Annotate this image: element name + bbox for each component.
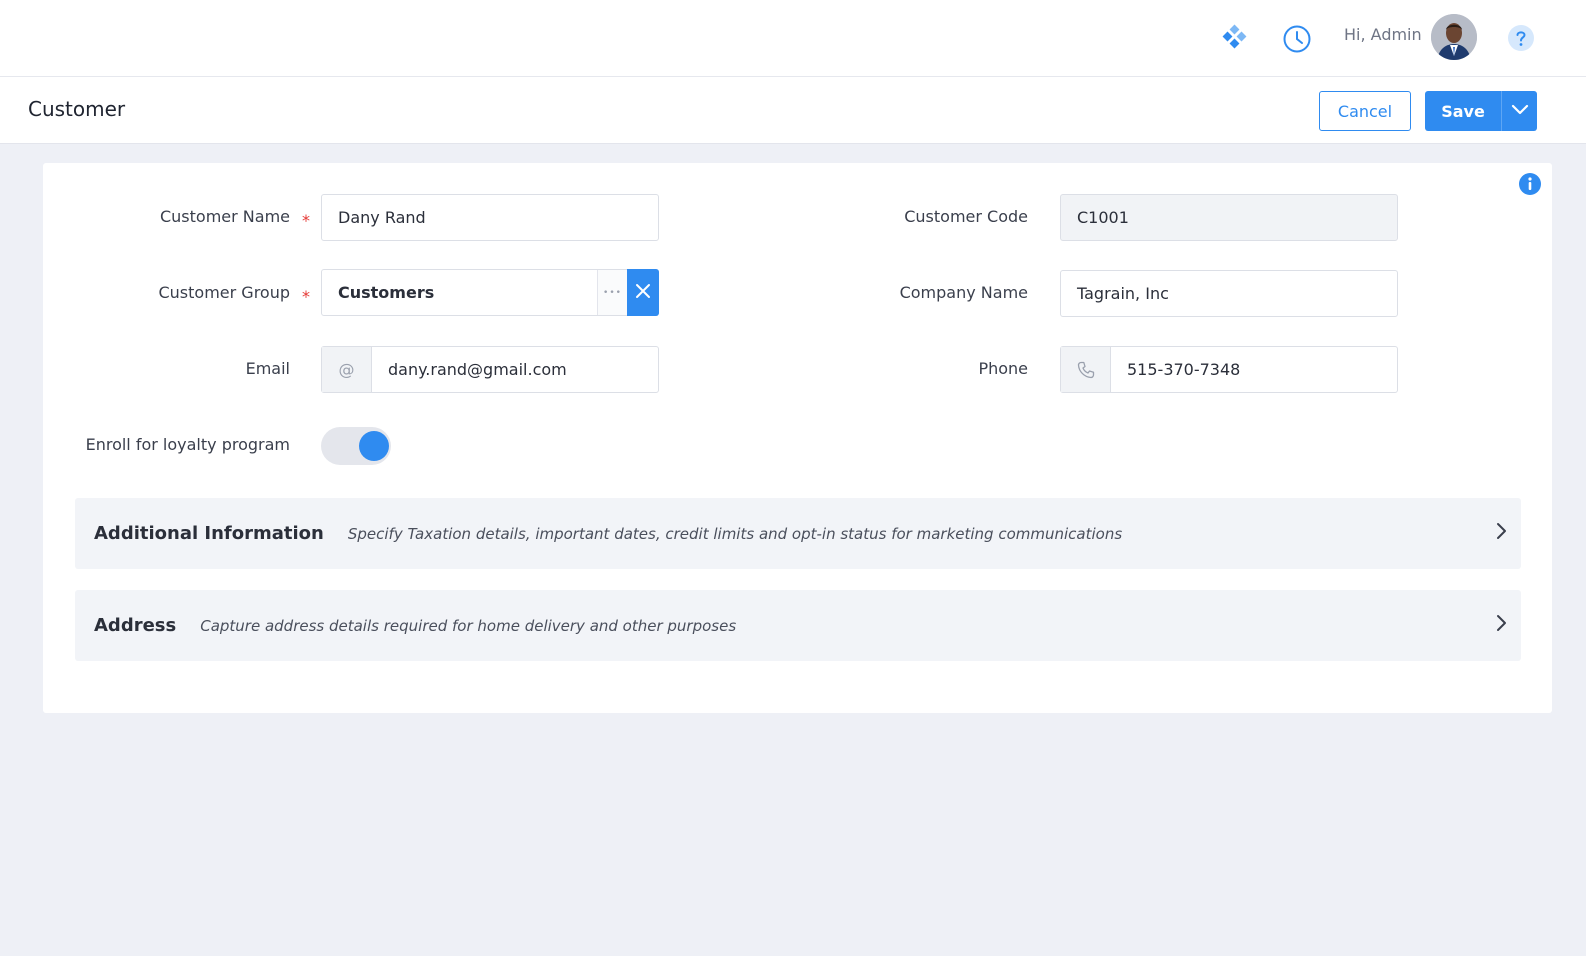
customer-name-label: Customer Name bbox=[159, 207, 290, 226]
customer-form-card: Customer Name * Dany Rand Customer Code … bbox=[43, 163, 1552, 713]
section-additional-information[interactable]: Additional Information Specify Taxation … bbox=[75, 498, 1521, 569]
section-description: Capture address details required for hom… bbox=[200, 616, 737, 635]
save-button[interactable]: Save bbox=[1425, 91, 1501, 131]
lookup-more-button[interactable]: ••• bbox=[597, 270, 627, 315]
company-name-label: Company Name bbox=[899, 283, 1028, 302]
help-icon[interactable] bbox=[1507, 24, 1535, 56]
history-clock-icon[interactable] bbox=[1282, 24, 1312, 58]
chevron-right-icon bbox=[1495, 614, 1507, 636]
required-marker: * bbox=[302, 211, 310, 230]
apps-icon[interactable] bbox=[1221, 24, 1247, 54]
customer-name-value: Dany Rand bbox=[338, 208, 426, 227]
save-split-button: Save bbox=[1425, 91, 1537, 131]
email-field[interactable]: @ dany.rand@gmail.com bbox=[321, 346, 659, 393]
at-sign-icon: @ bbox=[322, 347, 372, 392]
section-address[interactable]: Address Capture address details required… bbox=[75, 590, 1521, 661]
customer-code-label: Customer Code bbox=[904, 207, 1028, 226]
required-marker: * bbox=[302, 287, 310, 306]
loyalty-toggle[interactable] bbox=[321, 427, 391, 465]
phone-icon bbox=[1061, 347, 1111, 392]
page-header: Customer Cancel Save bbox=[0, 77, 1586, 144]
loyalty-label: Enroll for loyalty program bbox=[85, 435, 290, 454]
customer-group-value: Customers bbox=[338, 283, 435, 302]
toggle-knob bbox=[359, 431, 389, 461]
chevron-down-icon bbox=[1511, 104, 1529, 119]
section-title: Additional Information bbox=[94, 523, 324, 544]
customer-code-value: C1001 bbox=[1077, 208, 1129, 227]
user-greeting: Hi, Admin bbox=[1344, 25, 1422, 44]
company-name-value: Tagrain, Inc bbox=[1077, 284, 1169, 303]
user-avatar[interactable] bbox=[1431, 14, 1477, 60]
email-value: dany.rand@gmail.com bbox=[388, 360, 567, 379]
email-label: Email bbox=[245, 359, 290, 378]
page-title: Customer bbox=[28, 97, 126, 121]
close-icon bbox=[635, 283, 651, 303]
clear-button[interactable] bbox=[627, 269, 659, 316]
company-name-field[interactable]: Tagrain, Inc bbox=[1060, 270, 1398, 317]
cancel-button[interactable]: Cancel bbox=[1319, 91, 1411, 131]
phone-value: 515-370-7348 bbox=[1127, 360, 1241, 379]
top-bar: Hi, Admin bbox=[0, 0, 1586, 77]
section-title: Address bbox=[94, 615, 177, 636]
customer-code-field: C1001 bbox=[1060, 194, 1398, 241]
phone-label: Phone bbox=[978, 359, 1028, 378]
customer-group-label: Customer Group bbox=[158, 283, 290, 302]
customer-group-field[interactable]: Customers ••• bbox=[321, 269, 659, 316]
save-options-dropdown[interactable] bbox=[1501, 91, 1537, 131]
customer-name-field[interactable]: Dany Rand bbox=[321, 194, 659, 241]
section-description: Specify Taxation details, important date… bbox=[347, 524, 1123, 543]
phone-field[interactable]: 515-370-7348 bbox=[1060, 346, 1398, 393]
info-icon[interactable] bbox=[1518, 172, 1542, 200]
chevron-right-icon bbox=[1495, 522, 1507, 544]
